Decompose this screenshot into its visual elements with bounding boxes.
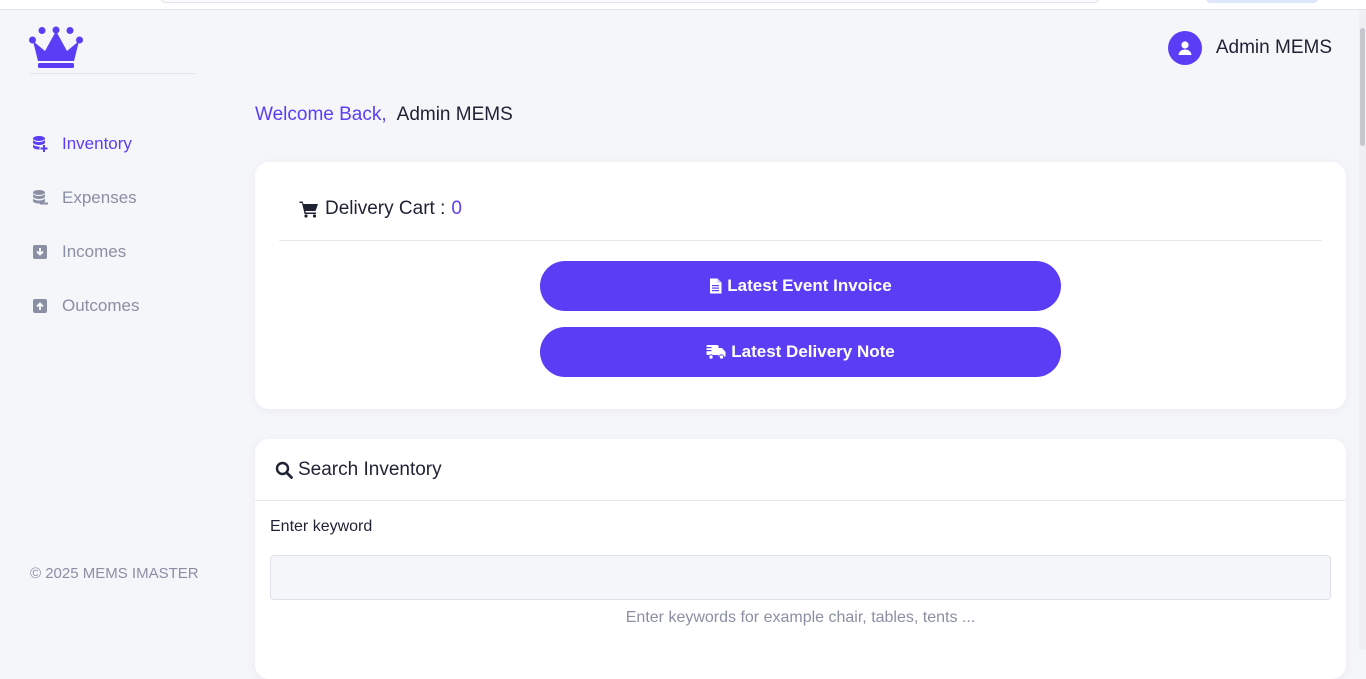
copyright-text: © 2025 MEMS IMASTER — [30, 565, 199, 582]
sidebar: Inventory Expenses Incomes Outcomes © 20… — [0, 10, 230, 650]
divider — [255, 500, 1346, 501]
divider — [279, 240, 1322, 241]
top-strip-button — [1206, 0, 1318, 3]
coins-icon — [30, 188, 50, 208]
delivery-cart-label: Delivery Cart : — [325, 198, 446, 219]
search-inventory-card: Search Inventory Enter keyword Enter key… — [255, 439, 1346, 679]
keyword-input[interactable] — [270, 555, 1331, 600]
search-inventory-header: Search Inventory — [275, 459, 442, 481]
database-plus-icon — [30, 134, 50, 154]
square-arrow-up-icon — [30, 296, 50, 316]
user-name: Admin MEMS — [1215, 37, 1332, 58]
welcome-name: Admin MEMS — [396, 104, 513, 125]
welcome-message: Welcome Back, Admin MEMS — [255, 104, 513, 126]
top-strip-bar — [160, 0, 1100, 3]
truck-icon — [706, 344, 726, 360]
scrollbar-thumb[interactable] — [1360, 28, 1365, 146]
sidebar-item-label: Inventory — [62, 134, 132, 153]
sidebar-item-incomes[interactable]: Incomes — [30, 240, 126, 264]
file-invoice-icon — [709, 278, 722, 294]
sidebar-item-label: Expenses — [62, 188, 137, 207]
sidebar-item-expenses[interactable]: Expenses — [30, 186, 137, 210]
sidebar-item-label: Incomes — [62, 242, 127, 261]
keyword-label: Enter keyword — [270, 518, 373, 535]
button-label: Latest Event Invoice — [727, 276, 892, 295]
search-inventory-title: Search Inventory — [298, 459, 442, 480]
sidebar-item-inventory[interactable]: Inventory — [30, 132, 132, 156]
square-arrow-down-icon — [30, 242, 50, 262]
sidebar-item-outcomes[interactable]: Outcomes — [30, 294, 139, 318]
keyword-help-text: Enter keywords for example chair, tables… — [625, 609, 976, 626]
user-circle-icon — [1167, 31, 1202, 65]
logo-divider — [30, 73, 195, 74]
page-scrollbar[interactable] — [1359, 10, 1366, 650]
latest-delivery-note-button[interactable]: Latest Delivery Note — [540, 327, 1061, 377]
delivery-cart-header[interactable]: Delivery Cart : 0 — [299, 198, 462, 220]
cart-icon — [299, 200, 319, 218]
sidebar-item-label: Outcomes — [62, 296, 140, 315]
user-menu[interactable]: Admin MEMS — [1167, 31, 1332, 65]
delivery-cart-count: 0 — [451, 198, 462, 219]
browser-top-strip — [0, 0, 1366, 10]
button-label: Latest Delivery Note — [731, 342, 895, 361]
search-icon — [275, 461, 293, 479]
delivery-cart-card: Delivery Cart : 0 Latest Event Invoice L… — [255, 162, 1346, 409]
crown-icon[interactable] — [28, 26, 84, 70]
welcome-greeting: Welcome Back, — [255, 104, 387, 125]
latest-event-invoice-button[interactable]: Latest Event Invoice — [540, 261, 1061, 311]
